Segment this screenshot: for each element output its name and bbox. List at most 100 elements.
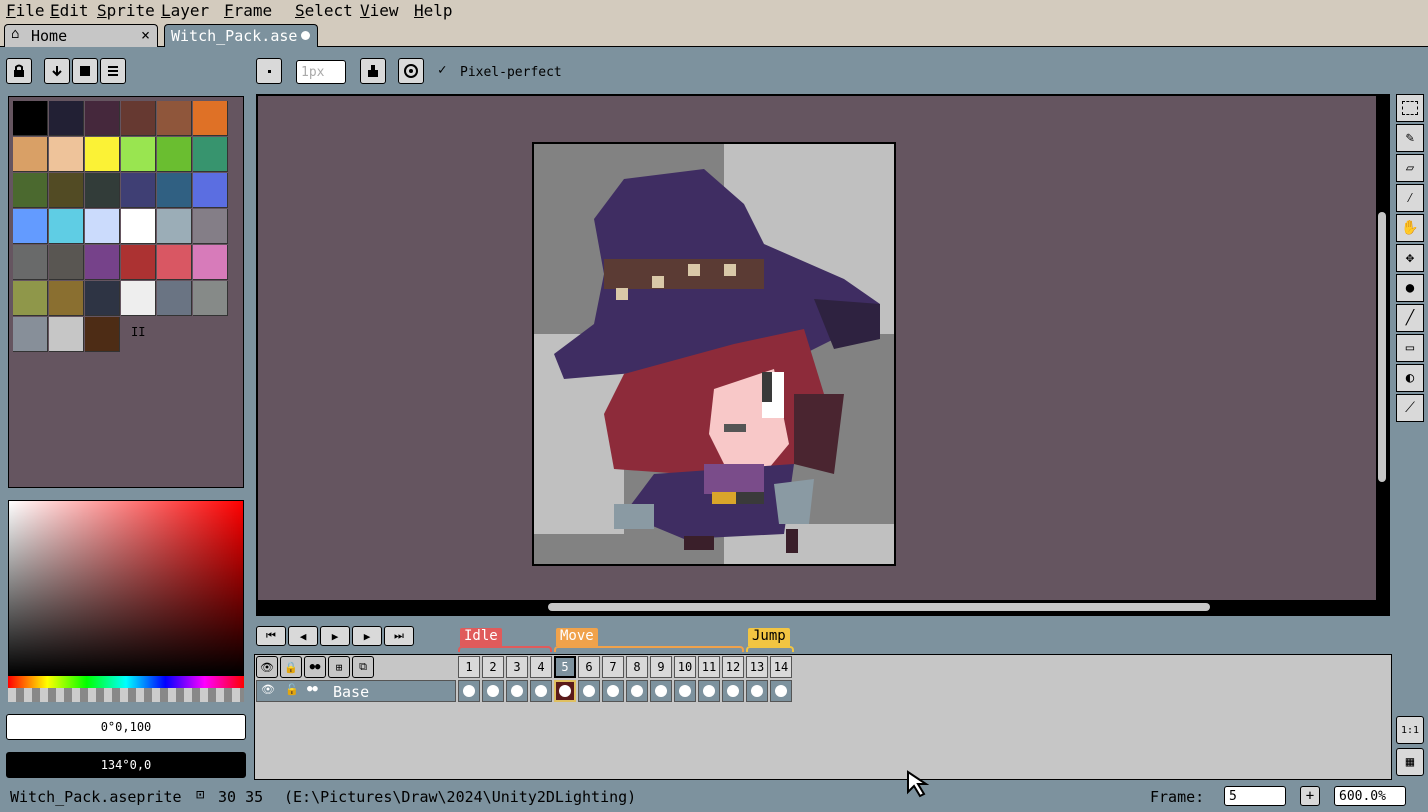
layer-visibility-icon[interactable]: 👁 <box>261 683 275 696</box>
cel[interactable] <box>722 680 744 702</box>
cel[interactable] <box>674 680 696 702</box>
layer-row[interactable]: 👁 🔓 ●● Base <box>256 680 456 702</box>
frame-header[interactable]: 8 <box>626 656 648 678</box>
palette-swatch[interactable] <box>157 209 192 244</box>
frame-header[interactable]: 7 <box>602 656 624 678</box>
onion-skin-icon[interactable]: ⧉ <box>352 656 374 678</box>
continuous-icon[interactable]: ●● <box>304 656 326 678</box>
frame-header[interactable]: 10 <box>674 656 696 678</box>
eraser-icon[interactable]: ▱ <box>1396 154 1424 182</box>
last-frame-icon[interactable]: ⏭ <box>384 626 414 646</box>
palette-swatch[interactable] <box>121 137 156 172</box>
menu-layer[interactable]: Layer <box>161 1 209 20</box>
tag-idle[interactable]: Idle <box>460 628 502 646</box>
ink-icon[interactable] <box>360 58 386 84</box>
marquee-icon[interactable] <box>1396 94 1424 122</box>
palette-swatch[interactable] <box>121 173 156 208</box>
layer-name[interactable]: Base <box>333 683 369 701</box>
brush-type-icon[interactable] <box>256 58 282 84</box>
tab-home[interactable]: ⌂ Home × <box>4 24 158 47</box>
frame-header[interactable]: 3 <box>506 656 528 678</box>
palette-swatch[interactable] <box>193 173 228 208</box>
palette-swatch[interactable] <box>193 245 228 280</box>
menu-view[interactable]: View <box>360 1 399 20</box>
background-color-field[interactable]: 134°0,0 <box>6 752 246 778</box>
palette-swatch[interactable] <box>85 281 120 316</box>
unsaved-dot-icon[interactable] <box>301 31 310 40</box>
vertical-scrollbar-thumb[interactable] <box>1378 212 1386 482</box>
palette-swatch[interactable] <box>49 137 84 172</box>
zoom-reset-button[interactable]: 1:1 <box>1396 716 1424 744</box>
cel[interactable] <box>650 680 672 702</box>
cel[interactable] <box>770 680 792 702</box>
spray-icon[interactable]: ⟋ <box>1396 394 1424 422</box>
frame-header[interactable]: 1 <box>458 656 480 678</box>
palette-swatch[interactable] <box>193 137 228 172</box>
hand-icon[interactable]: ✋ <box>1396 214 1424 242</box>
cel[interactable] <box>554 680 576 702</box>
palette-swatch[interactable] <box>49 209 84 244</box>
palette-swatch[interactable] <box>157 137 192 172</box>
brush-size-input[interactable]: 1px <box>296 60 346 84</box>
frame-header[interactable]: 12 <box>722 656 744 678</box>
palette-swatch[interactable] <box>157 281 192 316</box>
palette-swatch[interactable] <box>13 209 48 244</box>
eyedropper-icon[interactable]: ⁄ <box>1396 184 1424 212</box>
visibility-icon[interactable]: 👁 <box>256 656 278 678</box>
palette-swatch[interactable] <box>121 245 156 280</box>
palette-swatch[interactable] <box>13 317 48 352</box>
palette-swatch[interactable] <box>13 281 48 316</box>
palette-swatch[interactable] <box>85 245 120 280</box>
cel[interactable] <box>578 680 600 702</box>
play-icon[interactable]: ▶ <box>320 626 350 646</box>
foreground-color-field[interactable]: 0°0,100 <box>6 714 246 740</box>
color-spectrum[interactable] <box>8 500 244 676</box>
palette-swatch[interactable] <box>85 101 120 136</box>
frame-header[interactable]: 4 <box>530 656 552 678</box>
palette-swatch[interactable] <box>13 245 48 280</box>
horizontal-scrollbar-thumb[interactable] <box>548 603 1210 611</box>
palette-swatch[interactable] <box>49 281 84 316</box>
hue-slider[interactable] <box>8 676 244 688</box>
zoom-input[interactable]: 600.0% <box>1334 786 1406 806</box>
frame-header[interactable]: 2 <box>482 656 504 678</box>
checkmark-icon[interactable]: ✓ <box>438 62 446 78</box>
cel[interactable] <box>458 680 480 702</box>
palette-swatch[interactable] <box>85 137 120 172</box>
line-icon[interactable]: ╱ <box>1396 304 1424 332</box>
menu-frame[interactable]: Frame <box>224 1 272 20</box>
cel[interactable] <box>482 680 504 702</box>
frame-header[interactable]: 11 <box>698 656 720 678</box>
palette-menu-icon[interactable] <box>100 58 126 84</box>
frame-header[interactable]: 6 <box>578 656 600 678</box>
palette-swatch[interactable] <box>49 173 84 208</box>
move-icon[interactable]: ✥ <box>1396 244 1424 272</box>
layer-group-icon[interactable]: ⊞ <box>328 656 350 678</box>
palette-swatch[interactable] <box>49 317 84 352</box>
rectangle-icon[interactable]: ▭ <box>1396 334 1424 362</box>
palette-sort-icon[interactable] <box>44 58 70 84</box>
palette-swatch[interactable] <box>121 101 156 136</box>
palette-swatch[interactable] <box>157 245 192 280</box>
palette-swatch[interactable] <box>121 209 156 244</box>
frame-header[interactable]: 5 <box>554 656 576 678</box>
first-frame-icon[interactable]: ⏮ <box>256 626 286 646</box>
next-frame-icon[interactable]: ▶ <box>352 626 382 646</box>
frame-header[interactable]: 14 <box>770 656 792 678</box>
sprite-canvas[interactable] <box>532 142 896 566</box>
cel[interactable] <box>506 680 528 702</box>
lock-icon[interactable] <box>6 58 32 84</box>
palette-swatch[interactable] <box>157 173 192 208</box>
cel[interactable] <box>746 680 768 702</box>
lock-all-icon[interactable]: 🔒 <box>280 656 302 678</box>
palette-swatch[interactable] <box>85 209 120 244</box>
menu-sprite[interactable]: Sprite <box>97 1 155 20</box>
palette-swatch[interactable] <box>13 137 48 172</box>
fill-icon[interactable]: ● <box>1396 274 1424 302</box>
palette-swatch[interactable] <box>85 173 120 208</box>
menu-select[interactable]: Select <box>295 1 353 20</box>
palette-swatch[interactable] <box>49 245 84 280</box>
frame-header[interactable]: 9 <box>650 656 672 678</box>
tag-jump[interactable]: Jump <box>748 628 790 646</box>
palette-swatch[interactable] <box>121 281 156 316</box>
